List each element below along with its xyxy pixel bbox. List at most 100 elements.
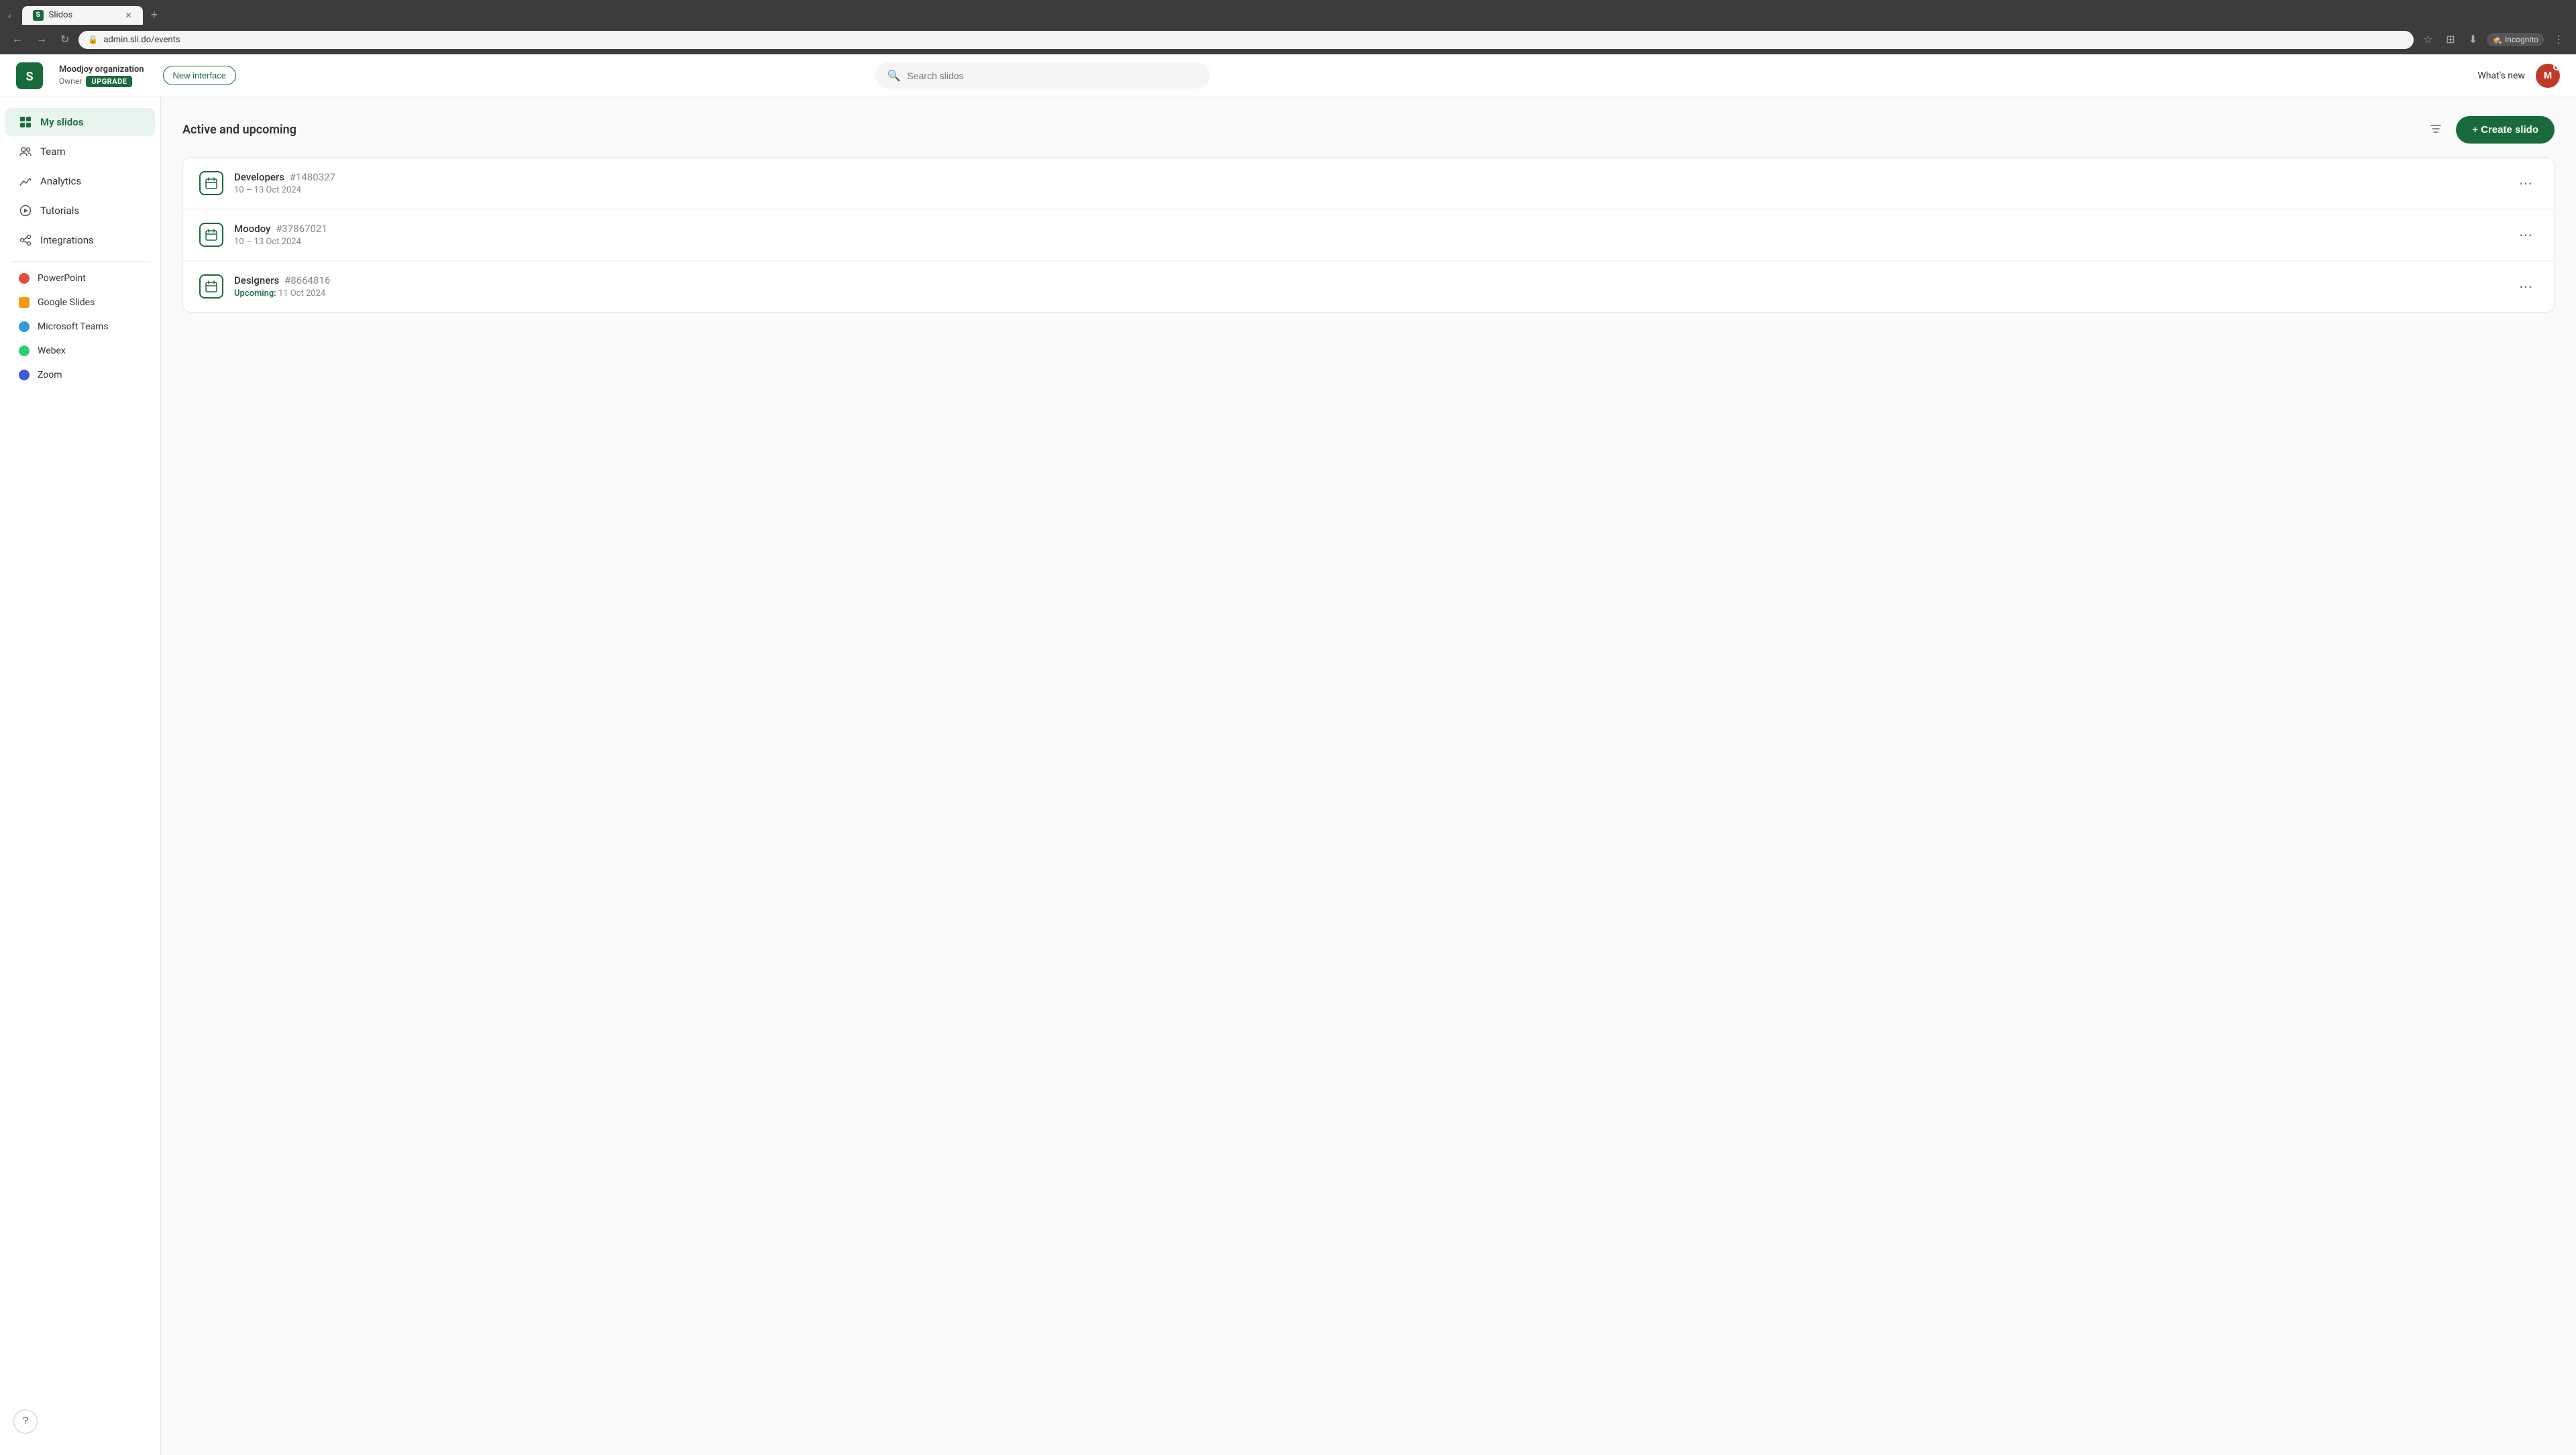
security-icon: 🔒 <box>88 35 98 44</box>
header-search: 🔍 <box>875 62 1210 89</box>
browser-toolbar: ← → ↻ 🔒 admin.sli.do/events ☆ ⊞ ⬇ 🕵 Inco… <box>0 25 2576 54</box>
avatar[interactable]: M <box>2536 64 2560 88</box>
event-info: Moodoy #37867021 10 – 13 Oct 2024 <box>234 223 2503 247</box>
event-title: Developers <box>234 171 284 183</box>
upcoming-label: Upcoming: <box>234 288 276 299</box>
team-icon <box>19 145 32 158</box>
content-header: Active and upcoming + Create slido <box>182 116 2555 144</box>
event-date: 10 – 13 Oct 2024 <box>234 185 2503 195</box>
upgrade-badge[interactable]: UPGRADE <box>86 76 132 87</box>
sidebar-integration-powerpoint[interactable]: PowerPoint <box>5 267 155 290</box>
incognito-label: Incognito <box>2505 35 2538 44</box>
integration-label: Microsoft Teams <box>38 321 109 332</box>
new-tab-button[interactable]: + <box>146 5 164 25</box>
section-title: Active and upcoming <box>182 123 297 137</box>
integration-label: Webex <box>38 345 66 356</box>
notification-dot <box>2553 64 2560 70</box>
event-id: #1480327 <box>290 171 335 183</box>
tab-title: Slidos <box>49 10 73 20</box>
sidebar-item-team[interactable]: Team <box>5 138 155 166</box>
browser-tab[interactable]: S Slidos ✕ <box>22 6 143 25</box>
integration-label: Zoom <box>38 370 62 380</box>
event-id: #8664816 <box>284 274 330 286</box>
main-layout: My slidos Team <box>0 97 2576 1455</box>
sidebar-integration-webex[interactable]: Webex <box>5 339 155 362</box>
sidebar-integration-zoom[interactable]: Zoom <box>5 364 155 386</box>
menu-button[interactable]: ⋮ <box>2549 30 2568 49</box>
forward-button[interactable]: → <box>32 31 51 48</box>
tab-bar: ‹ S Slidos ✕ + <box>0 0 2576 25</box>
tab-favicon: S <box>33 10 44 21</box>
slido-logo-icon: S <box>16 62 43 89</box>
sidebar: My slidos Team <box>0 97 161 1455</box>
browser-chrome: ‹ S Slidos ✕ + ← → ↻ 🔒 admin.sli.do/even… <box>0 0 2576 54</box>
search-bar[interactable]: 🔍 <box>875 62 1210 89</box>
sidebar-bottom: ? <box>0 1399 160 1444</box>
whats-new-link[interactable]: What's new <box>2477 70 2525 81</box>
header-actions: + Create slido <box>2424 116 2555 144</box>
new-interface-button[interactable]: New interface <box>163 66 236 85</box>
event-name: Designers #8664816 <box>234 274 2503 286</box>
event-date-value: 11 Oct 2024 <box>278 288 325 299</box>
grid-icon <box>19 115 32 129</box>
toolbar-right-actions: ☆ ⊞ ⬇ 🕵 Incognito ⋮ <box>2419 30 2568 49</box>
avatar-initials: M <box>2544 70 2552 81</box>
calendar-icon <box>199 171 223 195</box>
zoom-icon <box>19 370 30 380</box>
sidebar-item-label: Tutorials <box>40 205 79 217</box>
event-info: Designers #8664816 Upcoming: 11 Oct 2024 <box>234 274 2503 299</box>
event-more-button[interactable]: ⋯ <box>2514 224 2538 246</box>
download-button[interactable]: ⬇ <box>2465 30 2481 49</box>
filter-button[interactable] <box>2424 117 2448 143</box>
address-bar[interactable]: 🔒 admin.sli.do/events <box>78 31 2414 49</box>
sidebar-item-my-slidos[interactable]: My slidos <box>5 108 155 136</box>
table-row: Designers #8664816 Upcoming: 11 Oct 2024… <box>183 261 2554 312</box>
table-row: Developers #1480327 10 – 13 Oct 2024 ⋯ <box>183 158 2554 209</box>
incognito-icon: 🕵 <box>2492 35 2502 44</box>
tutorials-icon <box>19 204 32 217</box>
sidebar-item-label: Team <box>40 146 66 158</box>
incognito-badge: 🕵 Incognito <box>2487 33 2544 46</box>
svg-text:S: S <box>25 70 33 84</box>
table-row: Moodoy #37867021 10 – 13 Oct 2024 ⋯ <box>183 209 2554 261</box>
help-button[interactable]: ? <box>13 1409 38 1434</box>
org-role: Owner <box>59 76 82 86</box>
header-right: What's new M <box>2477 64 2560 88</box>
org-name: Moodjoy organization <box>59 64 144 74</box>
org-role-row: Owner UPGRADE <box>59 76 144 87</box>
search-input[interactable] <box>907 70 1198 81</box>
event-title: Designers <box>234 274 279 286</box>
tab-back-button[interactable]: ‹ <box>5 7 14 23</box>
slido-logo: S <box>16 62 43 89</box>
app-header: S Moodjoy organization Owner UPGRADE New… <box>0 54 2576 97</box>
search-icon: 🔍 <box>887 69 900 82</box>
event-name: Moodoy #37867021 <box>234 223 2503 235</box>
integration-label: Google Slides <box>38 297 95 308</box>
sidebar-item-tutorials[interactable]: Tutorials <box>5 197 155 225</box>
webex-icon <box>19 345 30 356</box>
event-title: Moodoy <box>234 223 270 235</box>
url-text: admin.sli.do/events <box>103 35 180 45</box>
extensions-button[interactable]: ⊞ <box>2442 30 2459 49</box>
sidebar-integration-google-slides[interactable]: Google Slides <box>5 291 155 314</box>
sidebar-item-label: Analytics <box>40 175 81 187</box>
sidebar-item-analytics[interactable]: Analytics <box>5 167 155 195</box>
tab-close-button[interactable]: ✕ <box>125 11 132 20</box>
create-slido-button[interactable]: + Create slido <box>2456 116 2555 144</box>
event-id: #37867021 <box>276 223 327 235</box>
calendar-icon <box>199 223 223 247</box>
integrations-icon <box>19 233 32 247</box>
calendar-icon <box>199 274 223 299</box>
event-name: Developers #1480327 <box>234 171 2503 183</box>
back-button[interactable]: ← <box>8 31 27 48</box>
event-date: Upcoming: 11 Oct 2024 <box>234 288 2503 299</box>
bookmark-button[interactable]: ☆ <box>2419 30 2436 49</box>
reload-button[interactable]: ↻ <box>56 30 73 49</box>
event-more-button[interactable]: ⋯ <box>2514 172 2538 195</box>
integration-label: PowerPoint <box>38 273 86 284</box>
sidebar-integration-microsoft-teams[interactable]: Microsoft Teams <box>5 315 155 338</box>
event-more-button[interactable]: ⋯ <box>2514 276 2538 298</box>
sidebar-item-label: Integrations <box>40 234 94 246</box>
sidebar-item-integrations[interactable]: Integrations <box>5 226 155 254</box>
app-container: S Moodjoy organization Owner UPGRADE New… <box>0 54 2576 1455</box>
